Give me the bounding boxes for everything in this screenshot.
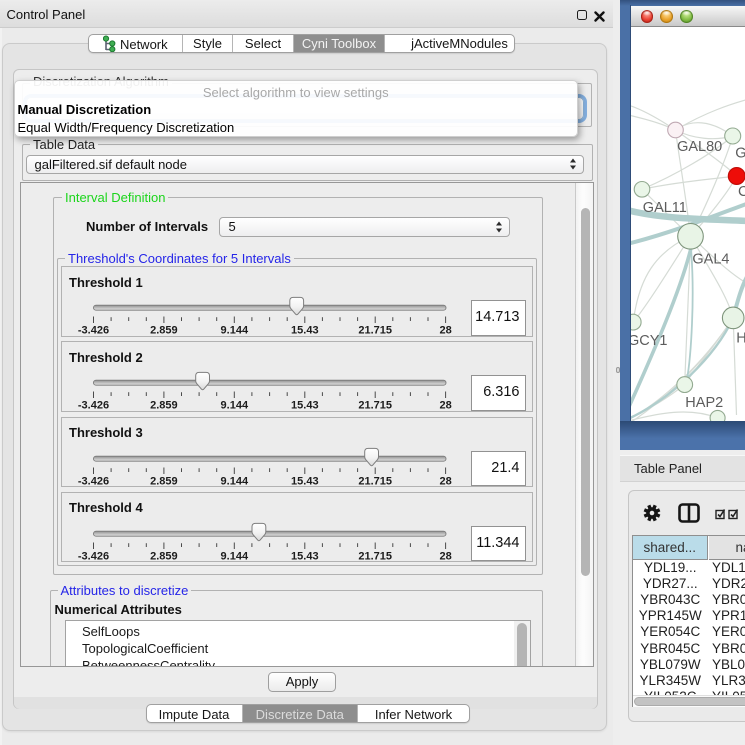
svg-text:HAP2: HAP2 <box>685 395 723 411</box>
svg-text:15.43: 15.43 <box>291 399 319 411</box>
svg-text:9.144: 9.144 <box>220 399 248 411</box>
svg-text:H: H <box>736 331 745 347</box>
svg-text:-3.426: -3.426 <box>77 324 108 336</box>
svg-text:2.859: 2.859 <box>150 475 178 487</box>
svg-text:-3.426: -3.426 <box>77 399 108 411</box>
svg-text:CD: CD <box>738 184 745 200</box>
svg-text:9.144: 9.144 <box>220 324 248 336</box>
svg-text:2.859: 2.859 <box>150 399 178 411</box>
svg-text:-3.426: -3.426 <box>77 475 108 487</box>
svg-text:GAL1: GAL1 <box>735 146 745 162</box>
svg-text:GAL11: GAL11 <box>643 200 687 216</box>
svg-text:GAL80: GAL80 <box>677 139 722 155</box>
svg-text:21.715: 21.715 <box>358 550 392 562</box>
svg-text:21.715: 21.715 <box>358 399 392 411</box>
svg-text:9.144: 9.144 <box>220 475 248 487</box>
svg-text:-3.426: -3.426 <box>77 550 108 562</box>
svg-text:9.144: 9.144 <box>220 550 248 562</box>
svg-text:28: 28 <box>439 399 451 411</box>
svg-text:GCY1: GCY1 <box>631 333 668 349</box>
svg-text:15.43: 15.43 <box>291 324 319 336</box>
svg-text:15.43: 15.43 <box>291 550 319 562</box>
svg-text:28: 28 <box>439 550 451 562</box>
svg-text:GAL4: GAL4 <box>692 252 729 268</box>
svg-text:2.859: 2.859 <box>150 324 178 336</box>
svg-text:28: 28 <box>439 324 451 336</box>
svg-text:21.715: 21.715 <box>358 475 392 487</box>
svg-text:15.43: 15.43 <box>291 475 319 487</box>
svg-text:21.715: 21.715 <box>358 324 392 336</box>
svg-text:28: 28 <box>439 475 451 487</box>
svg-text:2.859: 2.859 <box>150 550 178 562</box>
